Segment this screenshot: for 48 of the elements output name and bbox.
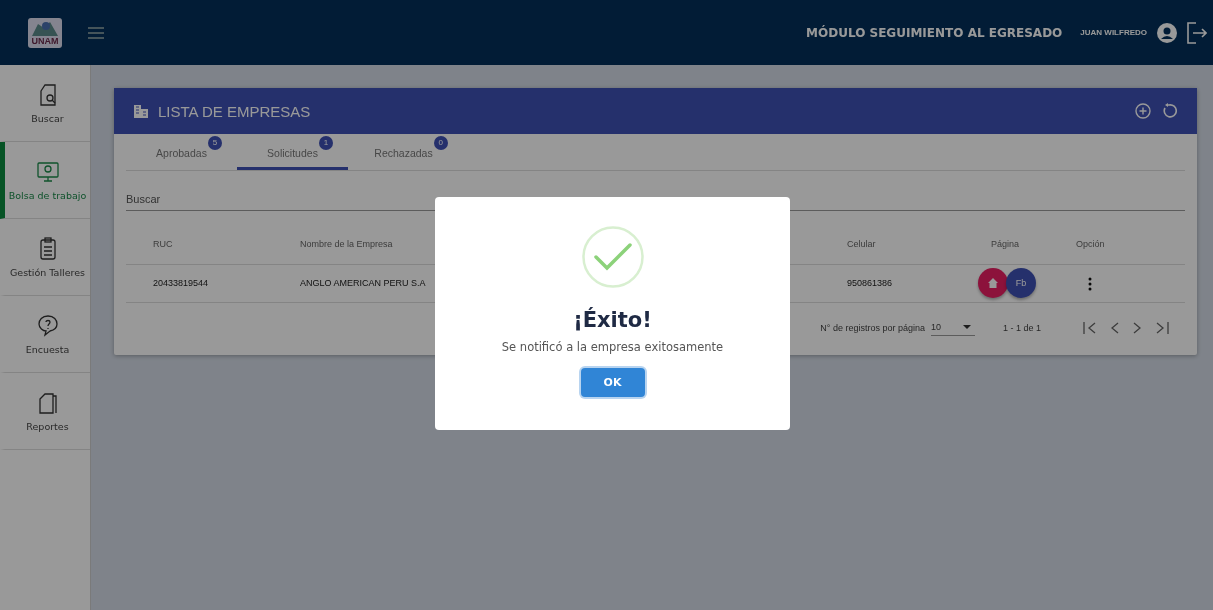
- table-cell: ANGLO AMERICAN PERU S.A: [300, 278, 426, 288]
- table-cell: 20433819544: [153, 278, 209, 288]
- user-icon[interactable]: [1157, 22, 1177, 43]
- rows-per-page-label: N° de registros por página: [820, 323, 925, 333]
- rows-per-page-select[interactable]: 10: [930, 320, 975, 336]
- home-icon: [988, 278, 998, 288]
- card-title: LISTA DE EMPRESAS: [158, 102, 311, 120]
- refresh-icon[interactable]: [1161, 103, 1177, 119]
- sidebar-item[interactable]: Encuesta: [0, 296, 90, 373]
- dialog-message: Se notificó a la empresa exitosamente: [501, 340, 724, 354]
- monitor-icon: [36, 159, 59, 184]
- column-header: Celular: [847, 239, 876, 249]
- table-cell: 950861386: [847, 278, 893, 288]
- add-icon[interactable]: [1135, 103, 1151, 119]
- count-badge: 1: [318, 136, 333, 150]
- column-header: Nombre de la Empresa: [300, 239, 393, 249]
- ok-button[interactable]: OK: [580, 368, 645, 397]
- more-options-icon[interactable]: [1088, 277, 1092, 291]
- documents-icon: [36, 390, 59, 415]
- column-header: Opción: [1076, 239, 1105, 249]
- sidebar-item[interactable]: Gestión Talleres: [0, 219, 90, 296]
- dialog-title: ¡Éxito!: [573, 308, 652, 332]
- sidebar-item[interactable]: Buscar: [0, 65, 90, 142]
- sidebar-item[interactable]: Reportes: [0, 373, 90, 450]
- column-header: Página: [991, 239, 1020, 249]
- tab[interactable]: Solicitudes 1: [237, 134, 348, 170]
- logo-mark-icon: [30, 19, 60, 36]
- facebook-button[interactable]: Fb: [1006, 268, 1036, 298]
- last-page-icon[interactable]: [1155, 322, 1169, 334]
- module-title: MÓDULO SEGUIMIENTO AL EGRESADO: [806, 25, 1063, 40]
- logo-text: UNAM: [31, 35, 59, 46]
- logout-icon[interactable]: [1187, 21, 1207, 44]
- tab[interactable]: Rechazadas 0: [348, 134, 459, 170]
- question-bubble-icon: [36, 313, 59, 338]
- user-name: JUAN WILFREDO: [1080, 28, 1147, 37]
- dropdown-caret-icon: [962, 325, 971, 329]
- building-icon: [134, 104, 148, 118]
- success-check-icon: [581, 226, 644, 288]
- tab[interactable]: Aprobadas 5: [126, 134, 237, 170]
- count-badge: 0: [433, 136, 448, 150]
- count-badge: 5: [207, 136, 222, 150]
- sidebar-item[interactable]: Bolsa de trabajo: [0, 142, 90, 219]
- next-page-icon[interactable]: [1133, 322, 1141, 334]
- first-page-icon[interactable]: [1083, 322, 1097, 334]
- page-range: 1 - 1 de 1: [1002, 323, 1041, 333]
- column-header: RUC: [153, 239, 173, 249]
- previous-page-icon[interactable]: [1111, 322, 1119, 334]
- home-button[interactable]: [978, 268, 1008, 298]
